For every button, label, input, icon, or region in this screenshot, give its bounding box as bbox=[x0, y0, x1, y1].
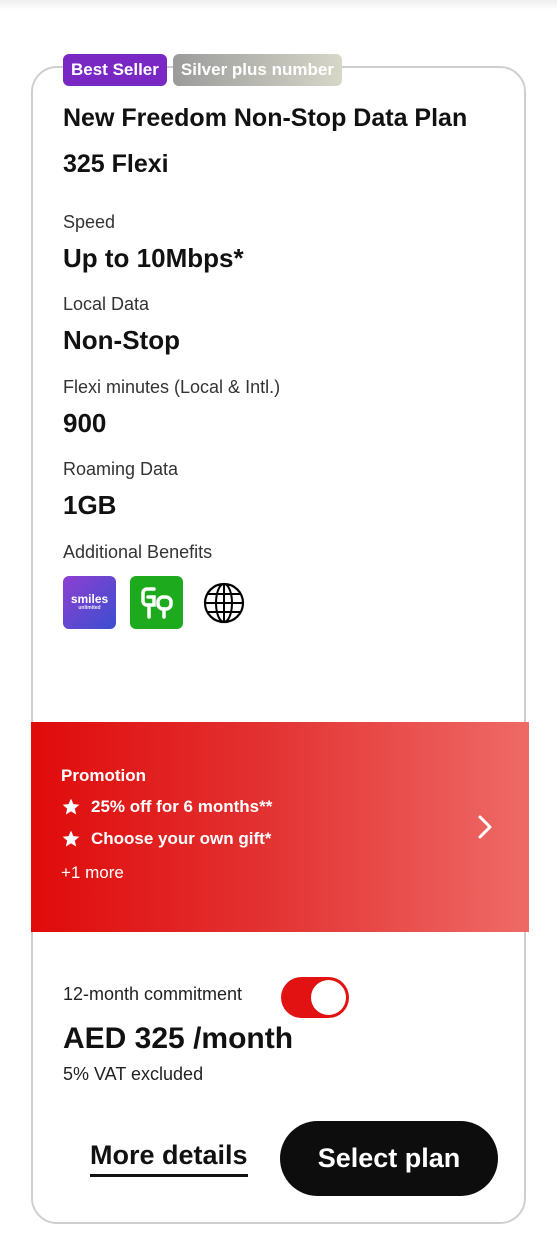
plan-name: 325 Flexi bbox=[63, 150, 169, 178]
vat-note: 5% VAT excluded bbox=[63, 1064, 204, 1084]
commitment-label: 12-month commitment bbox=[63, 984, 243, 1004]
roaming-data-value: 1GB bbox=[63, 490, 117, 520]
select-plan-button[interactable]: Select plan bbox=[280, 1121, 498, 1196]
promotion-title: Promotion bbox=[61, 766, 146, 785]
promotion-item: Choose your own gift* bbox=[61, 829, 271, 849]
star-icon bbox=[62, 830, 80, 847]
best-seller-badge: Best Seller bbox=[63, 54, 167, 86]
speed-value: Up to 10Mbps* bbox=[63, 243, 244, 273]
commitment-toggle[interactable] bbox=[281, 977, 349, 1018]
local-data-label: Local Data bbox=[63, 294, 150, 314]
flexi-minutes-label: Flexi minutes (Local & Intl.) bbox=[63, 377, 281, 397]
plan-price: AED 325 /month bbox=[63, 1022, 294, 1055]
promotion-banner[interactable]: Promotion 25% off for 6 months** Choose … bbox=[31, 722, 529, 932]
flexi-minutes-value: 900 bbox=[63, 408, 107, 438]
local-data-value: Non-Stop bbox=[63, 325, 180, 355]
benefits-row: smiles unlimited bbox=[63, 576, 250, 629]
smiles-logo-icon[interactable]: smiles unlimited bbox=[63, 576, 116, 629]
promotion-more-link[interactable]: +1 more bbox=[61, 863, 124, 883]
promotion-item-text: 25% off for 6 months** bbox=[91, 797, 273, 816]
badge-row: Best Seller Silver plus number bbox=[63, 54, 342, 86]
promotion-item-text: Choose your own gift* bbox=[91, 829, 272, 848]
promotion-item: 25% off for 6 months** bbox=[61, 797, 272, 817]
toggle-knob bbox=[311, 980, 346, 1015]
top-shadow bbox=[0, 0, 557, 10]
benefits-label: Additional Benefits bbox=[63, 542, 213, 562]
smiles-logo-text: smiles bbox=[70, 592, 109, 606]
chevron-right-icon[interactable] bbox=[475, 812, 495, 842]
plan-title: New Freedom Non-Stop Data Plan bbox=[63, 104, 468, 132]
silver-number-badge: Silver plus number bbox=[172, 54, 342, 86]
roaming-data-label: Roaming Data bbox=[63, 459, 179, 479]
star-icon bbox=[62, 798, 80, 815]
go-app-icon[interactable] bbox=[130, 576, 183, 629]
smiles-logo-subtext: unlimited bbox=[78, 605, 101, 611]
globe-icon[interactable] bbox=[197, 576, 250, 629]
speed-label: Speed bbox=[63, 212, 116, 232]
more-details-link[interactable]: More details bbox=[90, 1140, 248, 1177]
